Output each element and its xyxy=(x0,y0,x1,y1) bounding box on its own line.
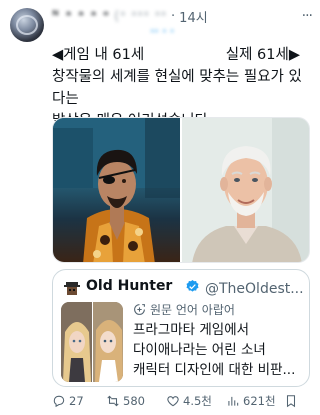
like-button[interactable]: 4.5천 xyxy=(166,393,226,409)
game-character-image[interactable] xyxy=(53,118,180,262)
quoted-handle-text: @TheOldest... xyxy=(205,281,304,297)
action-bar: 27 580 4.5천 621천 xyxy=(52,392,316,410)
reply-button[interactable]: 27 xyxy=(52,394,106,408)
redacted-subtext: ᵃᵃ ᵃ ᵃ xyxy=(150,26,175,39)
bookmark-icon xyxy=(286,395,296,408)
quoted-post[interactable]: Old Hunter @TheOldest... · 1일 xyxy=(52,269,310,387)
author-handle-redacted[interactable]: (ᵃ ᵃᵃᵃ ᵃᵃ xyxy=(114,9,167,24)
quoted-text-line: 캐릭터 디자인에 대한 비판... xyxy=(133,362,296,378)
translation-label: 원문 언어 아랍어 xyxy=(150,303,235,317)
quoted-author-name[interactable]: Old Hunter xyxy=(86,278,172,294)
quoted-media-thumbnail[interactable] xyxy=(61,302,123,382)
quoted-text-line: 프라그마타 게임에서 xyxy=(133,322,250,338)
bookmark-button[interactable] xyxy=(284,394,298,408)
like-count: 4.5천 xyxy=(183,394,212,408)
repost-count: 580 xyxy=(123,394,145,408)
author-avatar[interactable] xyxy=(10,8,44,42)
author-name-redacted[interactable]: ᴺ ᵃ ᵃ ᵃ ᵒ xyxy=(52,9,110,24)
verified-badge-icon xyxy=(186,279,199,292)
quoted-text-line: 다이애나라는 어린 소녀 xyxy=(133,342,266,358)
more-options-icon[interactable]: ··· xyxy=(302,8,313,24)
real-person-image[interactable] xyxy=(182,118,309,262)
post-text-line: 창작물의 세계를 현실에 맞추는 필요가 있다는 xyxy=(52,69,302,107)
translate-icon xyxy=(134,304,145,315)
post-text-right-label: 실제 61세▶ xyxy=(225,47,300,63)
repost-icon xyxy=(107,395,119,407)
views-count: 621천 xyxy=(243,394,276,408)
reply-icon xyxy=(53,395,65,408)
reply-count: 27 xyxy=(69,394,84,408)
post-time[interactable]: 14시 xyxy=(179,7,208,26)
quoted-author-avatar[interactable] xyxy=(63,279,81,297)
views-icon xyxy=(228,396,239,406)
post-text-left-label: ◀게임 내 61세 xyxy=(52,47,145,63)
dot-separator: · xyxy=(171,8,176,24)
heart-icon xyxy=(167,396,179,407)
views-button[interactable]: 621천 xyxy=(226,393,284,409)
post-header: ᴺ ᵃ ᵃ ᵃ ᵒ (ᵃ ᵃᵃᵃ ᵃᵃ · 14시 xyxy=(52,6,208,26)
dot-separator: · xyxy=(308,281,309,297)
quoted-author-handle[interactable]: @TheOldest... · 1일 xyxy=(205,278,309,298)
quoted-post-text: 프라그마타 게임에서 다이애나라는 어린 소녀 캐릭터 디자인에 대한 비판..… xyxy=(133,320,305,380)
repost-button[interactable]: 580 xyxy=(106,394,166,408)
translation-notice: 원문 언어 아랍어 xyxy=(133,301,235,318)
post-media[interactable] xyxy=(52,117,310,263)
